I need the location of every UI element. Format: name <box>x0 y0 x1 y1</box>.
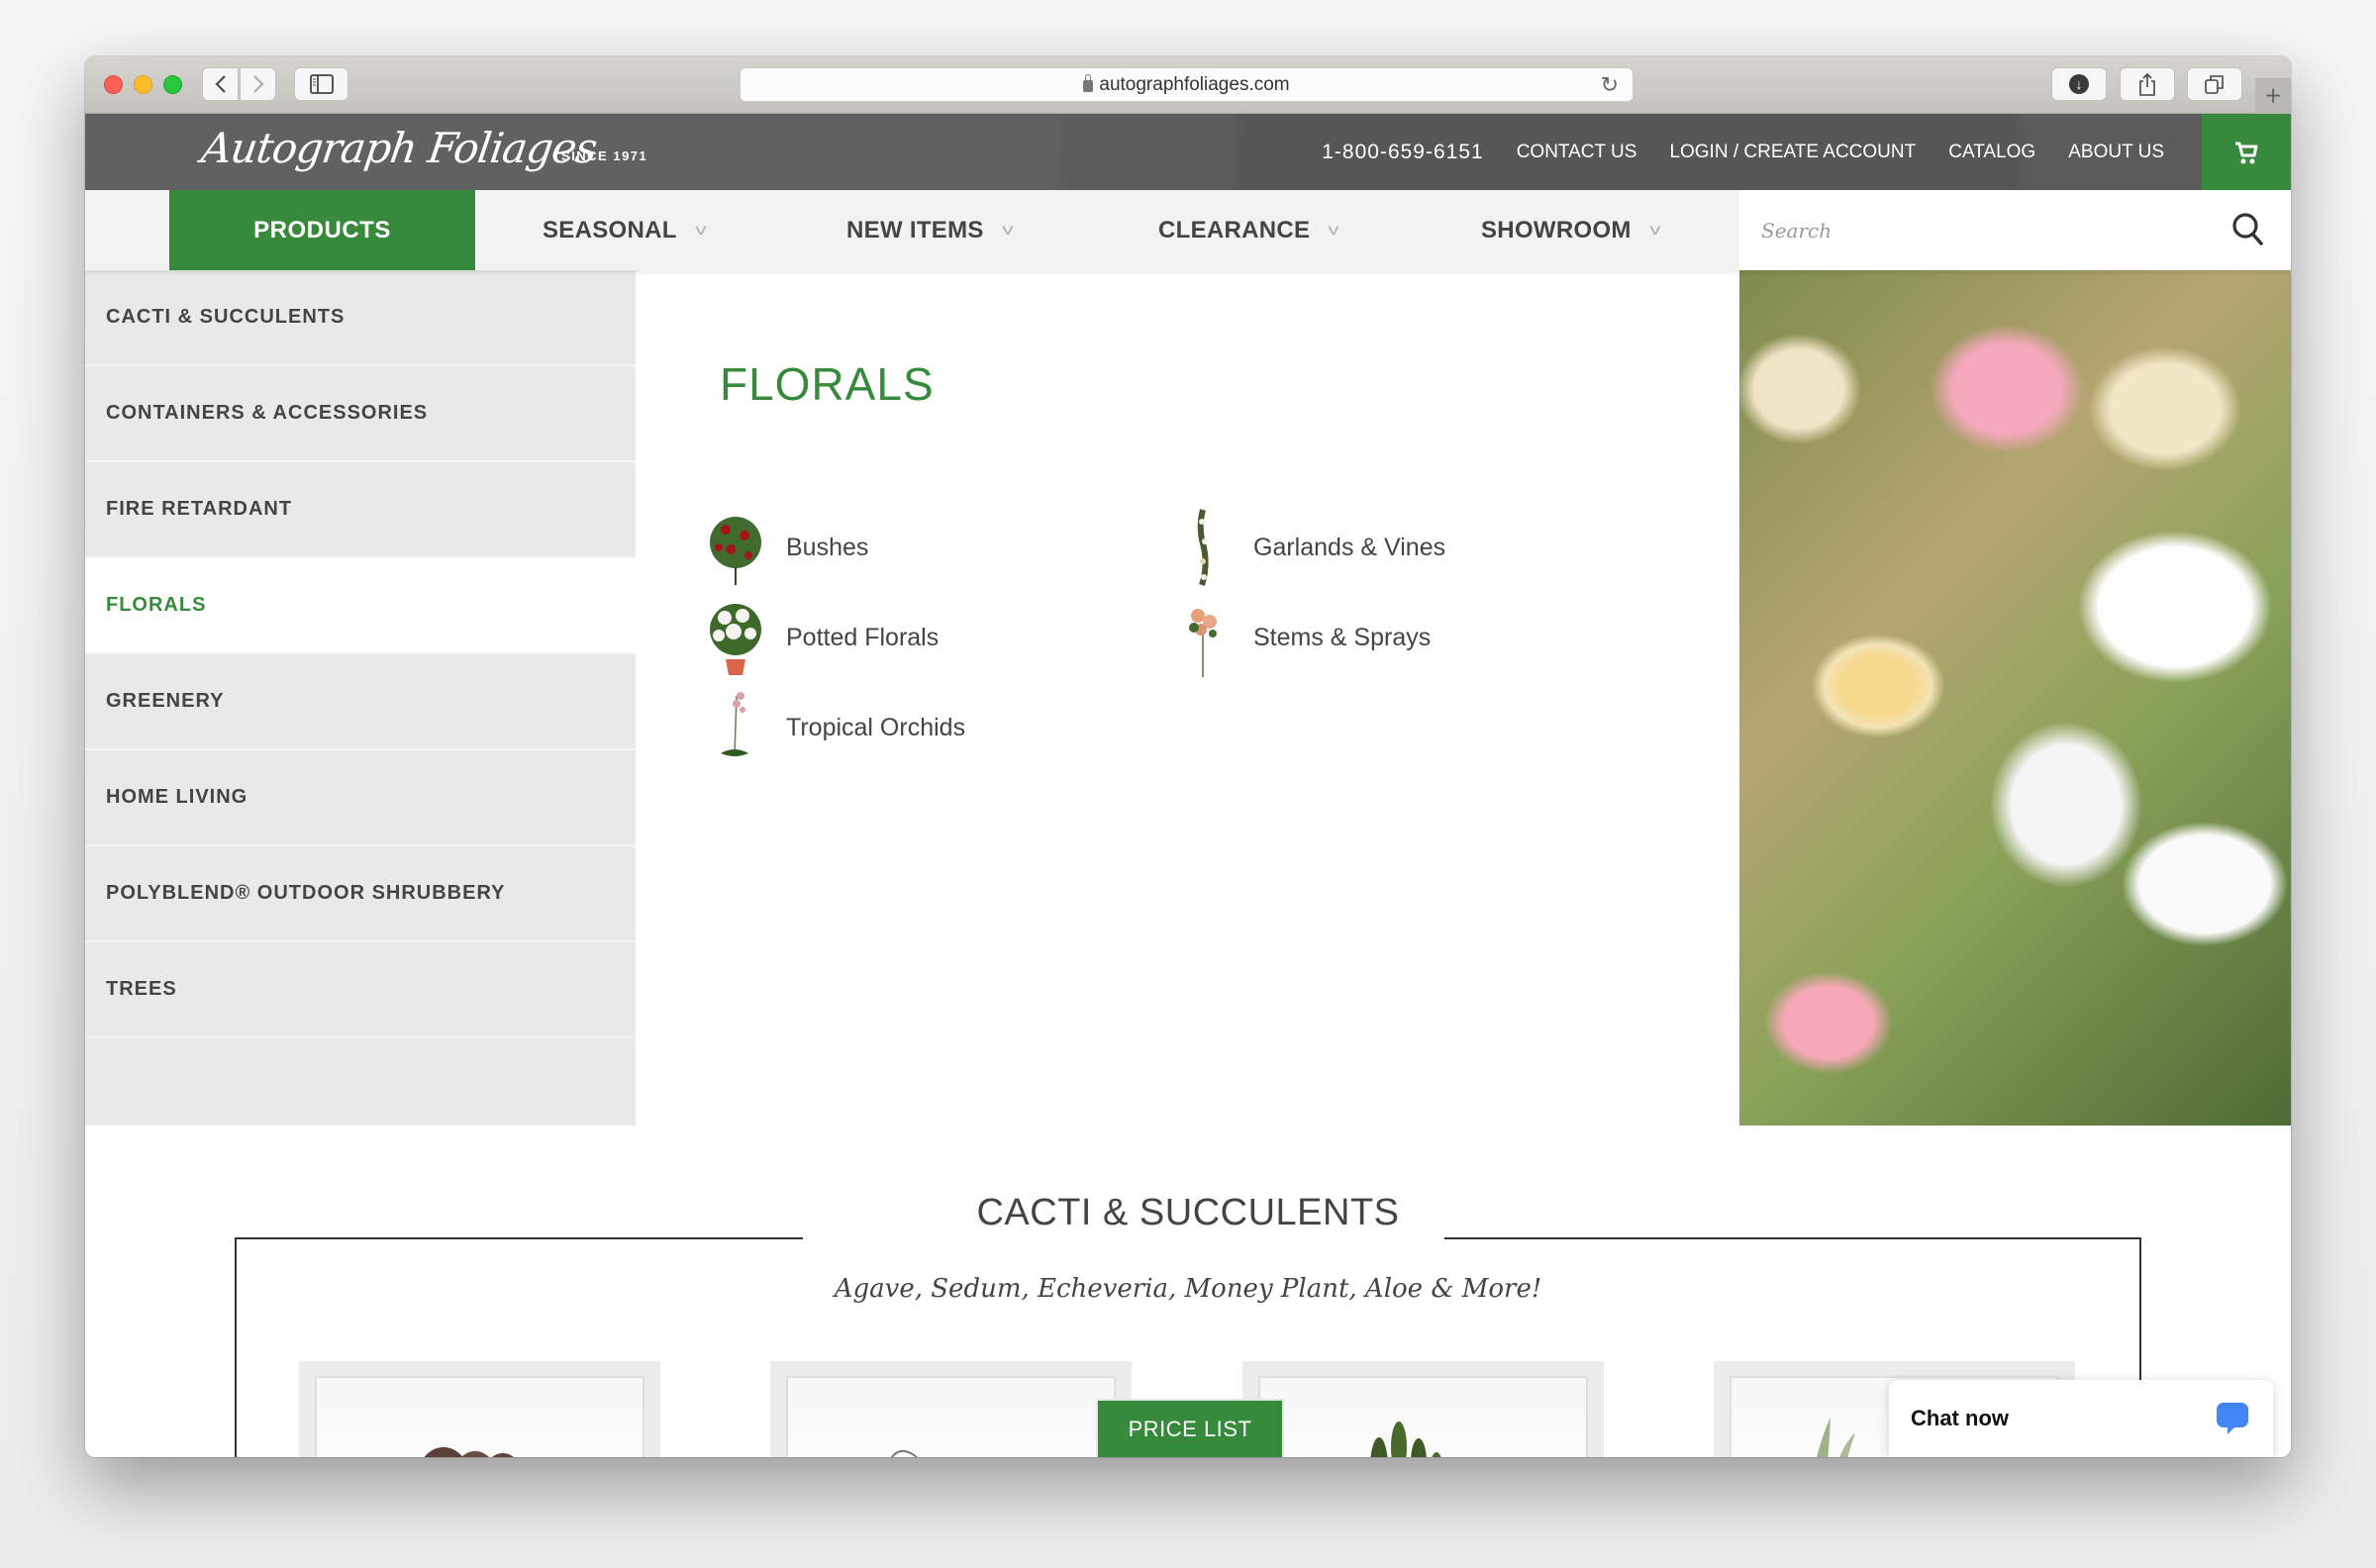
nav-new-items-label: NEW ITEMS <box>846 216 984 244</box>
browser-window: autographfoliages.com ↻ ↓ + Autograph Fo… <box>85 56 2291 1457</box>
sidebar-item-trees[interactable]: TREES <box>85 942 636 1038</box>
url-text: autographfoliages.com <box>1099 73 1290 95</box>
main-nav: PRODUCTS SEASONAL v NEW ITEMS v CLEARANCE v… <box>85 190 2291 270</box>
sidebar-item-cacti-succulents[interactable]: CACTI & SUCCULENTS <box>85 270 636 366</box>
subcategory-label: Stems & Sprays <box>1253 623 1432 651</box>
subcategory-label: Bushes <box>786 533 869 561</box>
zoom-window-button[interactable] <box>163 75 182 94</box>
chevron-down-icon: v <box>1002 221 1014 239</box>
bush-thumbnail <box>698 506 772 590</box>
sidebar-item-florals[interactable]: FLORALS <box>85 558 636 654</box>
nav-clearance[interactable]: CLEARANCE v <box>1158 190 1340 270</box>
nav-showroom[interactable]: SHOWROOM v <box>1481 190 1661 270</box>
sidebar-item-fire-retardant[interactable]: FIRE RETARDANT <box>85 462 636 558</box>
subcategory-stems-sprays[interactable]: Stems & Sprays <box>1165 593 1431 682</box>
forward-button[interactable] <box>240 67 276 101</box>
subcategory-garlands-vines[interactable]: Garlands & Vines <box>1165 503 1445 592</box>
sidebar-icon <box>309 74 334 94</box>
nav-showroom-label: SHOWROOM <box>1481 216 1632 244</box>
contact-us-link[interactable]: CONTACT US <box>1517 142 1637 163</box>
subcategory-potted-florals[interactable]: Potted Florals <box>698 593 939 682</box>
site-logo[interactable]: Autograph Foliages <box>199 124 600 172</box>
subcategory-label: Tropical Orchids <box>786 713 966 741</box>
category-sidebar: CACTI & SUCCULENTS CONTAINERS & ACCESSOR… <box>85 270 636 1126</box>
phone-link[interactable]: 1-800-659-6151 <box>1322 141 1483 164</box>
minimize-window-button[interactable] <box>134 75 152 94</box>
about-us-link[interactable]: ABOUT US <box>2068 142 2164 163</box>
price-list-button[interactable]: PRICE LIST <box>1096 1399 1284 1457</box>
section-title: CACTI & SUCCULENTS <box>976 1192 1400 1233</box>
close-window-button[interactable] <box>104 75 123 94</box>
product-image <box>786 1376 1116 1457</box>
orchid-thumbnail <box>698 686 772 770</box>
product-card[interactable] <box>299 1361 660 1457</box>
nav-clearance-label: CLEARANCE <box>1158 216 1311 244</box>
product-card[interactable] <box>1242 1361 1604 1457</box>
reload-icon[interactable]: ↻ <box>1601 72 1619 98</box>
since-label: SINCE 1971 <box>561 148 648 163</box>
chevron-down-icon: v <box>1649 221 1661 239</box>
chevron-right-icon <box>252 75 263 93</box>
sidebar-item-containers-accessories[interactable]: CONTAINERS & ACCESSORIES <box>85 366 636 462</box>
subcategory-label: Garlands & Vines <box>1253 533 1446 561</box>
chevron-left-icon <box>215 75 226 93</box>
potted-floral-thumbnail <box>698 596 772 680</box>
chat-label: Chat now <box>1911 1406 2009 1430</box>
nav-products[interactable]: PRODUCTS <box>169 190 475 270</box>
sidebar-toggle-button[interactable] <box>294 67 348 101</box>
search-icon[interactable] <box>2231 212 2265 247</box>
sidebar-item-home-living[interactable]: HOME LIVING <box>85 750 636 846</box>
back-button[interactable] <box>202 67 239 101</box>
cart-button[interactable] <box>2202 114 2291 190</box>
nav-new-items[interactable]: NEW ITEMS v <box>846 190 1014 270</box>
nav-seasonal[interactable]: SEASONAL v <box>543 190 707 270</box>
product-card[interactable] <box>770 1361 1132 1457</box>
downloads-button[interactable]: ↓ <box>2051 67 2107 101</box>
address-bar[interactable]: autographfoliages.com ↻ <box>740 67 1634 102</box>
download-icon: ↓ <box>2069 74 2089 94</box>
search-box <box>1739 190 2291 270</box>
subcategory-label: Potted Florals <box>786 623 940 651</box>
product-image <box>315 1376 644 1457</box>
share-icon <box>2139 72 2155 96</box>
show-tabs-button[interactable] <box>2187 67 2242 101</box>
search-input[interactable] <box>1761 215 2207 246</box>
subcategory-bushes[interactable]: Bushes <box>698 503 868 592</box>
sidebar-item-greenery[interactable]: GREENERY <box>85 654 636 750</box>
sidebar-item-polyblend-outdoor-shrubbery[interactable]: POLYBLEND® OUTDOOR SHRUBBERY <box>85 846 636 942</box>
chat-bubble-icon <box>2217 1403 2248 1434</box>
product-image <box>1258 1376 1588 1457</box>
new-tab-button[interactable]: + <box>2255 78 2291 114</box>
lock-icon <box>1083 73 1094 92</box>
stem-spray-thumbnail <box>1165 596 1239 680</box>
cart-icon <box>2235 142 2258 163</box>
login-link[interactable]: LOGIN / CREATE ACCOUNT <box>1669 142 1916 163</box>
garland-thumbnail <box>1165 506 1239 590</box>
top-links: 1-800-659-6151 CONTACT US LOGIN / CREATE… <box>1322 114 2164 190</box>
florals-feature-image <box>1739 270 2291 1126</box>
site-header: Autograph Foliages SINCE 1971 1-800-659-… <box>85 114 2291 190</box>
section-subtitle: Agave, Sedum, Echeveria, Money Plant, Al… <box>834 1274 1542 1304</box>
browser-toolbar: autographfoliages.com ↻ ↓ + <box>85 56 2291 114</box>
catalog-link[interactable]: CATALOG <box>1948 142 2035 163</box>
chat-widget[interactable]: Chat now <box>1889 1380 2273 1457</box>
menu-title: FLORALS <box>720 358 935 410</box>
chevron-down-icon: v <box>1328 221 1340 239</box>
nav-seasonal-label: SEASONAL <box>543 216 677 244</box>
subcategory-tropical-orchids[interactable]: Tropical Orchids <box>698 683 965 772</box>
mega-menu-content: FLORALS Bushes Potted Florals Tropical O… <box>636 270 1739 1126</box>
chevron-down-icon: v <box>695 221 707 239</box>
tabs-icon <box>2205 75 2224 94</box>
share-button[interactable] <box>2120 67 2175 101</box>
